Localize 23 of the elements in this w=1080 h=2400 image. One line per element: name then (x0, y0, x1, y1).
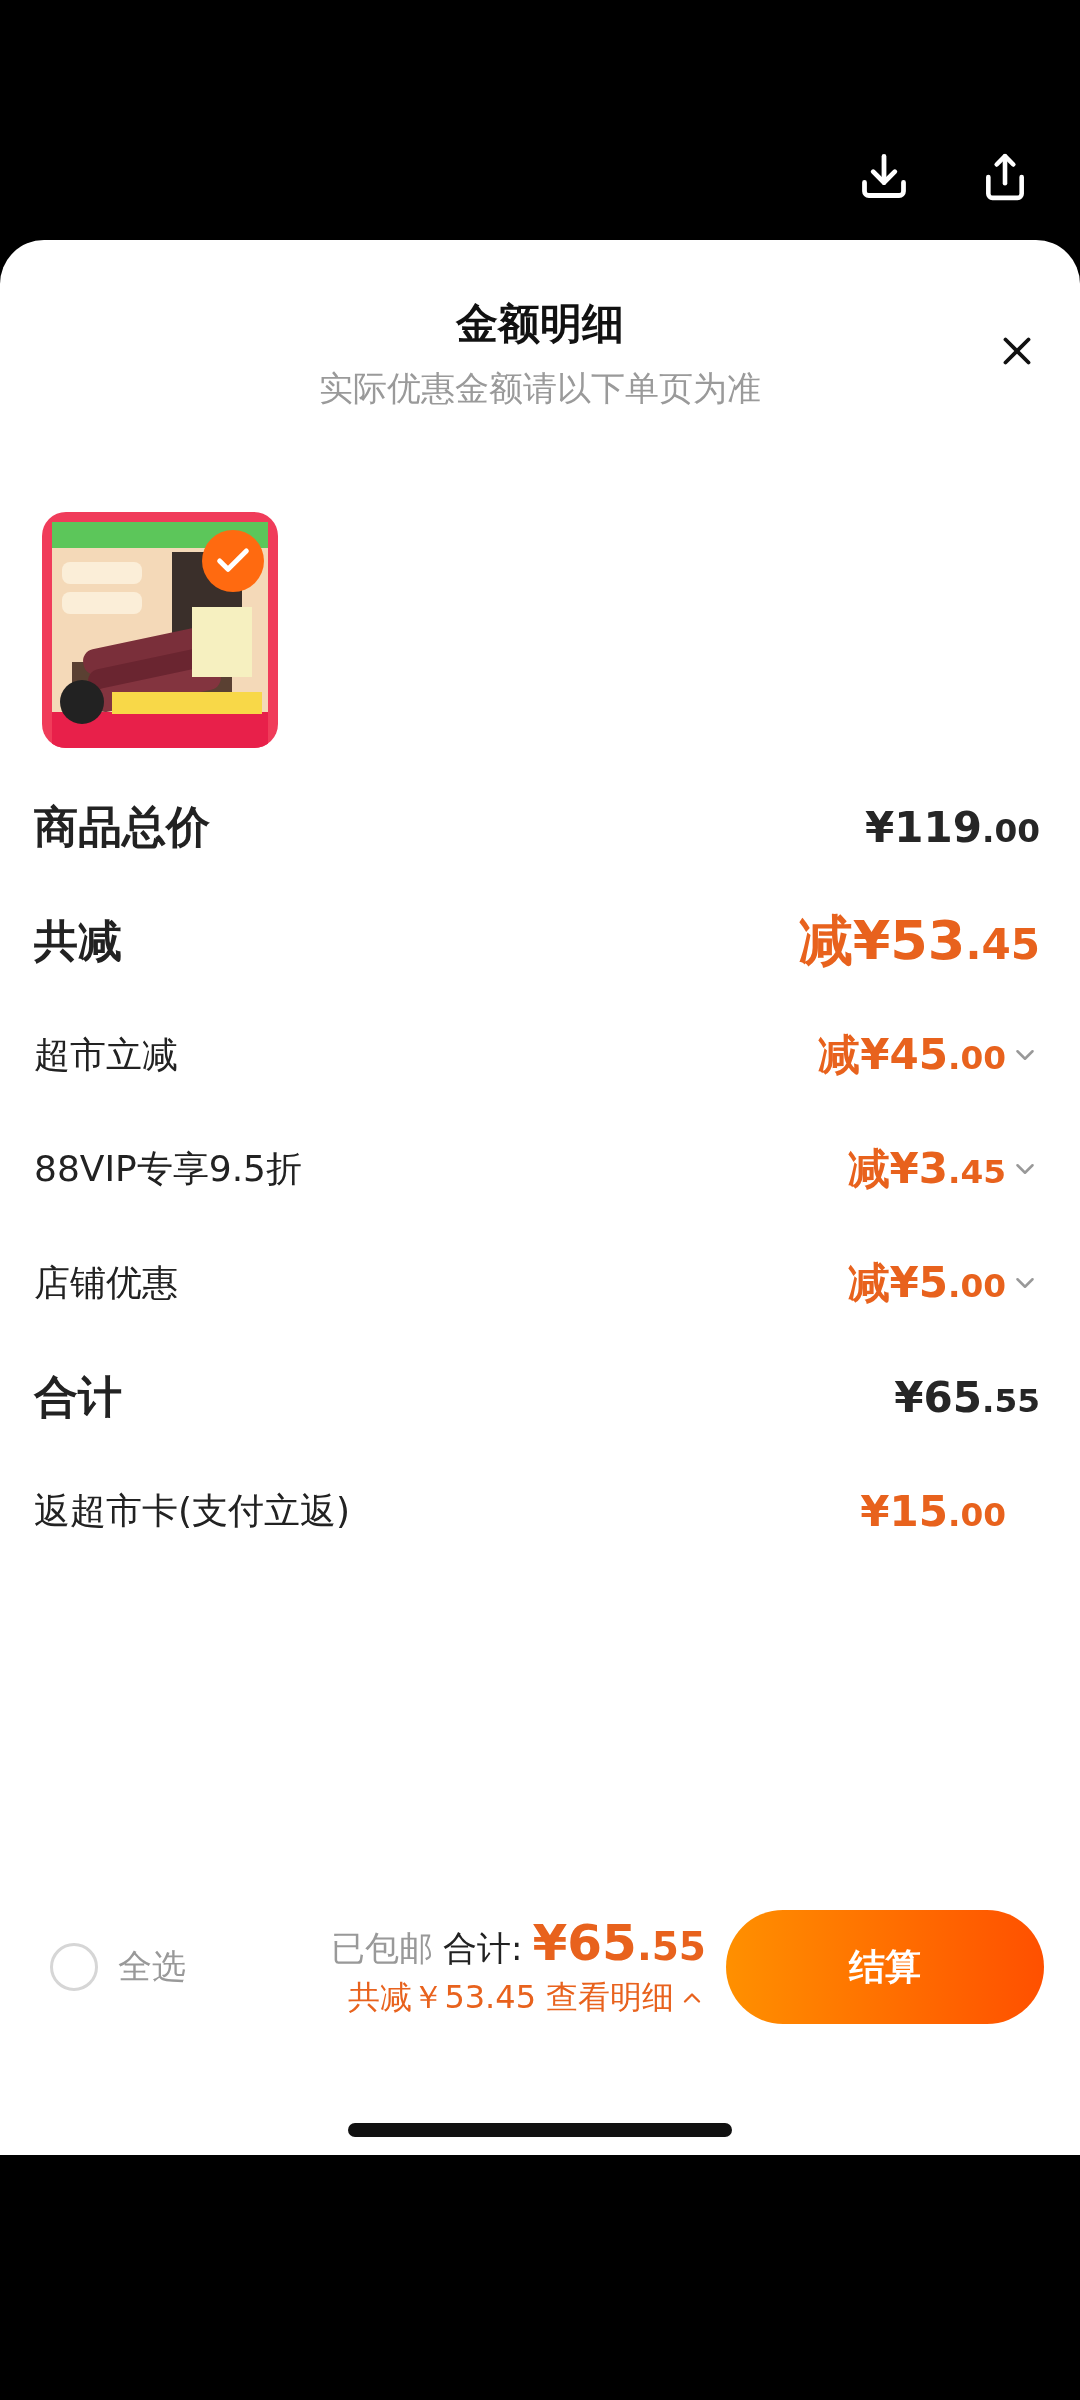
shipping-note: 已包邮 (331, 1927, 434, 1970)
row-amount: 减¥45.00 (818, 1029, 1006, 1081)
row-label: 88VIP专享9.5折 (34, 1146, 302, 1191)
row-amount: ¥119.00 (865, 802, 1040, 852)
row-label: 合计 (34, 1369, 122, 1424)
total-amount: ¥65.55 (532, 1914, 706, 1972)
row-label: 共减 (34, 913, 122, 968)
row-amount: 减¥5.00 (847, 1257, 1006, 1309)
sheet-title: 金额明细 (456, 298, 624, 350)
row-amount: ¥65.55 (894, 1372, 1040, 1422)
savings-text: 共减￥53.45 (348, 1977, 536, 2018)
row-label: 返超市卡(支付立返) (34, 1488, 351, 1533)
row-amount: ¥15.00 (860, 1486, 1006, 1536)
row-label: 商品总价 (34, 799, 210, 854)
total-label: 合计: (443, 1927, 523, 1970)
row-amount: 减¥53.45 (798, 907, 1040, 974)
row-label: 店铺优惠 (34, 1260, 178, 1305)
row-amount: 减¥3.45 (847, 1143, 1006, 1195)
row-label: 超市立减 (34, 1032, 178, 1077)
sheet-subtitle: 实际优惠金额请以下单页为准 (319, 367, 761, 410)
details-link[interactable]: 查看明细 (546, 1976, 706, 2020)
checkout-button[interactable]: 结算 (726, 1910, 1044, 2024)
select-all-checkbox[interactable]: 全选 (50, 1943, 186, 1991)
